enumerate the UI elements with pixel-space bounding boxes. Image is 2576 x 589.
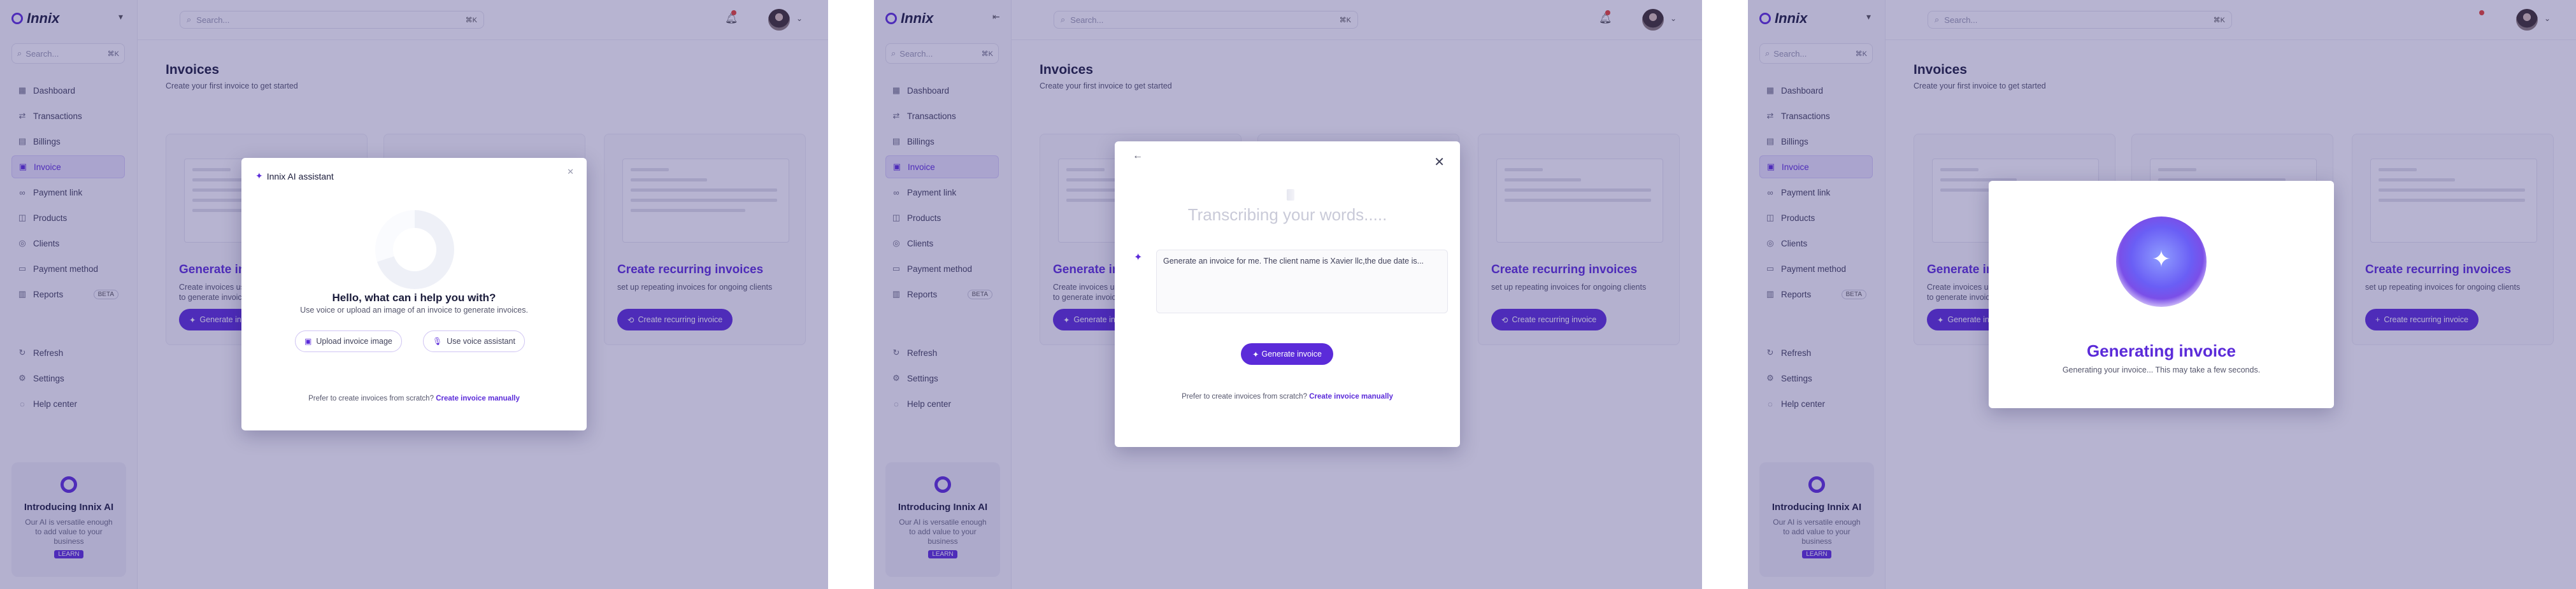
transcript-textarea[interactable]: Generate an invoice for me. The client n… (1156, 250, 1448, 313)
sparkle-icon: ✦ (2151, 246, 2172, 272)
back-arrow-icon[interactable]: ← (1133, 150, 1143, 162)
greeting-title: Hello, what can i help you with? (332, 292, 496, 304)
button-label: Use voice assistant (447, 337, 515, 346)
upload-invoice-image-button[interactable]: ▣ Upload invoice image (295, 330, 402, 352)
transcribing-modal: ← ✕ Transcribing your words..... ✦ Gener… (1115, 141, 1460, 447)
generating-title: Generating invoice (2086, 341, 2236, 360)
modal-title: Innix AI assistant (266, 171, 334, 181)
sparkle-icon: ✦ (255, 171, 263, 181)
sparkle-icon: ✦ (1252, 350, 1259, 359)
screen-generating: Innix ▾ ⌕ Search... ⌘K ▦ Dashboard ⇄ Trans… (1748, 0, 2576, 589)
greeting-subtitle: Use voice or upload an image of an invoi… (300, 306, 528, 315)
create-invoice-manually-link[interactable]: Create invoice manually (436, 395, 520, 402)
close-icon[interactable]: ✕ (567, 167, 574, 177)
loader-ring-icon (375, 210, 454, 289)
use-voice-assistant-button[interactable]: 🎙︎ Use voice assistant (423, 330, 525, 352)
image-icon: ▣ (304, 337, 312, 346)
screen-transcribing: Innix ⇤ ⌕ Search... ⌘K ▦ Dashboard ⇄ Trans… (874, 0, 1702, 589)
microphone-icon: 🎙︎ (433, 337, 443, 346)
button-label: Upload invoice image (316, 337, 392, 346)
ai-assistant-modal: ✦ Innix AI assistant ✕ Hello, what can i … (241, 158, 587, 430)
transcribing-title: Transcribing your words..... (1187, 205, 1387, 224)
screen-assistant: Innix ▾ ⌕ Search... ⌘K ▦ Dashboard ⇄ Trans… (0, 0, 828, 589)
button-label: Generate invoice (1261, 350, 1322, 358)
modal-footer: Prefer to create invoices from scratch? … (241, 395, 587, 402)
sparkle-icon: ✦ (1134, 252, 1143, 263)
create-invoice-manually-link[interactable]: Create invoice manually (1309, 393, 1393, 401)
close-icon[interactable]: ✕ (1434, 154, 1445, 170)
modal-footer: Prefer to create invoices from scratch? … (1115, 393, 1460, 401)
footer-text: Prefer to create invoices from scratch? (1182, 393, 1307, 401)
generate-invoice-button[interactable]: ✦ Generate invoice (1241, 343, 1333, 365)
ai-orb-icon: ✦ (2116, 216, 2207, 307)
footer-text: Prefer to create invoices from scratch? (308, 395, 434, 402)
audio-wave-icon (1287, 189, 1294, 201)
generating-subtitle: Generating your invoice... This may take… (2062, 365, 2261, 374)
generating-modal: ✦ Generating invoice Generating your inv… (1989, 181, 2334, 408)
modal-header: ✦ Innix AI assistant (255, 171, 334, 181)
